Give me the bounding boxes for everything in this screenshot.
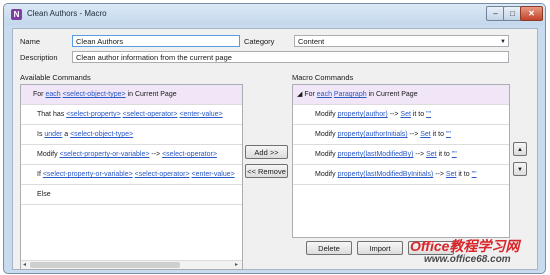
command-text: a <box>62 131 71 138</box>
command-row[interactable]: Modify property(lastModifiedByInitials) … <box>293 165 509 185</box>
command-row[interactable]: If <select-property-or-variable> <select… <box>21 165 242 185</box>
close-button[interactable]: ✕ <box>520 6 543 21</box>
command-link[interactable]: <select-object-type> <box>63 91 126 98</box>
command-link[interactable]: property(lastModifiedBy) <box>338 151 414 158</box>
command-row[interactable]: Modify property(authorInitials) --> Set … <box>293 125 509 145</box>
description-label: Description <box>20 53 58 62</box>
command-link[interactable]: Paragraph <box>334 91 367 98</box>
command-link[interactable]: "" <box>426 111 431 118</box>
command-link[interactable]: Set <box>400 111 411 118</box>
scroll-right-icon[interactable]: ▸ <box>235 261 238 268</box>
watermark: Office教程学习网 www.office68.com <box>404 232 550 275</box>
command-text: --> <box>433 171 446 178</box>
chevron-down-icon: ▼ <box>500 39 506 45</box>
command-link[interactable]: property(authorInitials) <box>338 131 408 138</box>
command-text: --> <box>413 151 427 158</box>
command-text: in Current Page <box>125 91 177 98</box>
available-commands-label: Available Commands <box>20 73 91 82</box>
command-row[interactable]: Modify property(author) --> Set it to "" <box>293 105 509 125</box>
command-link[interactable]: "" <box>446 131 451 138</box>
command-text: Modify <box>315 131 338 138</box>
delete-button[interactable]: Delete <box>306 241 352 255</box>
command-link[interactable]: under <box>44 131 62 138</box>
command-text: --> <box>149 151 163 158</box>
category-value: Content <box>298 37 325 46</box>
description-input[interactable]: Clean author information from the curren… <box>72 51 509 63</box>
command-link[interactable]: <select-property> <box>66 111 120 118</box>
add-button[interactable]: Add >> <box>245 145 288 159</box>
name-label: Name <box>20 37 41 46</box>
command-text: it to <box>410 111 427 118</box>
command-link[interactable]: property(author) <box>338 111 388 118</box>
command-row[interactable]: Is under a <select-object-type> <box>21 125 242 145</box>
macro-commands-list[interactable]: ◢ For each Paragraph in Current Page Modi… <box>292 84 510 238</box>
command-row[interactable]: Modify property(lastModifiedBy) --> Set … <box>293 145 509 165</box>
command-text: it to <box>456 171 472 178</box>
command-row[interactable]: Else <box>21 185 242 205</box>
watermark-url: www.office68.com <box>424 254 511 265</box>
scroll-left-icon[interactable]: ◂ <box>23 261 26 268</box>
command-text: Modify <box>315 151 338 158</box>
command-text: Modify <box>315 171 338 178</box>
command-link[interactable]: <select-property-or-variable> <box>43 171 133 178</box>
available-commands-list[interactable]: For each <select-object-type> in Current… <box>20 84 243 270</box>
command-text: Else <box>37 191 51 198</box>
command-text: --> <box>407 131 421 138</box>
command-text: That has <box>37 111 67 118</box>
command-link[interactable]: each <box>317 91 332 98</box>
command-text: it to <box>430 131 446 138</box>
category-select[interactable]: Content ▼ <box>294 35 509 47</box>
command-link[interactable]: Set <box>420 131 431 138</box>
move-down-button[interactable]: ▼ <box>513 162 527 176</box>
command-link[interactable]: property(lastModifiedByInitials) <box>338 171 434 178</box>
macro-commands-label: Macro Commands <box>292 73 354 82</box>
category-label: Category <box>244 37 275 46</box>
command-link[interactable]: <select-operator> <box>162 151 217 158</box>
command-text: in Current Page <box>366 91 418 98</box>
command-link[interactable]: Set <box>446 171 457 178</box>
command-link[interactable]: <enter-value> <box>179 111 222 118</box>
command-row[interactable]: Modify <select-property-or-variable> -->… <box>21 145 242 165</box>
command-link[interactable]: <select-operator> <box>123 111 178 118</box>
horizontal-scrollbar[interactable]: ◂ ▸ <box>21 260 242 269</box>
command-text: For <box>33 91 46 98</box>
command-link[interactable]: each <box>45 91 60 98</box>
move-up-button[interactable]: ▲ <box>513 142 527 156</box>
command-text: Modify <box>37 151 60 158</box>
command-text: --> <box>387 111 401 118</box>
command-text: it to <box>436 151 452 158</box>
onenote-app-icon: N <box>11 9 22 20</box>
command-row[interactable]: For each <select-object-type> in Current… <box>21 85 242 105</box>
command-link[interactable]: <select-operator> <box>135 171 190 178</box>
command-link[interactable]: <select-property-or-variable> <box>60 151 150 158</box>
import-button[interactable]: Import <box>357 241 403 255</box>
command-link[interactable]: Set <box>426 151 437 158</box>
title-bar[interactable]: N Clean Authors - Macro – □ ✕ <box>4 4 545 25</box>
command-link[interactable]: "" <box>472 171 477 178</box>
command-row[interactable]: ◢ For each Paragraph in Current Page <box>293 85 509 105</box>
window-title: Clean Authors - Macro <box>27 9 107 18</box>
name-input[interactable]: Clean Authors <box>72 35 240 47</box>
watermark-title: Office教程学习网 <box>410 238 520 254</box>
command-text: ◢ For <box>297 91 317 98</box>
command-link[interactable]: <enter-value> <box>192 171 235 178</box>
command-text: Modify <box>315 111 338 118</box>
command-link[interactable]: <select-object-type> <box>70 131 133 138</box>
command-link[interactable]: "" <box>452 151 457 158</box>
remove-button[interactable]: << Remove <box>245 164 288 178</box>
command-row[interactable]: That has <select-property> <select-opera… <box>21 105 242 125</box>
scrollbar-thumb[interactable] <box>30 262 180 268</box>
